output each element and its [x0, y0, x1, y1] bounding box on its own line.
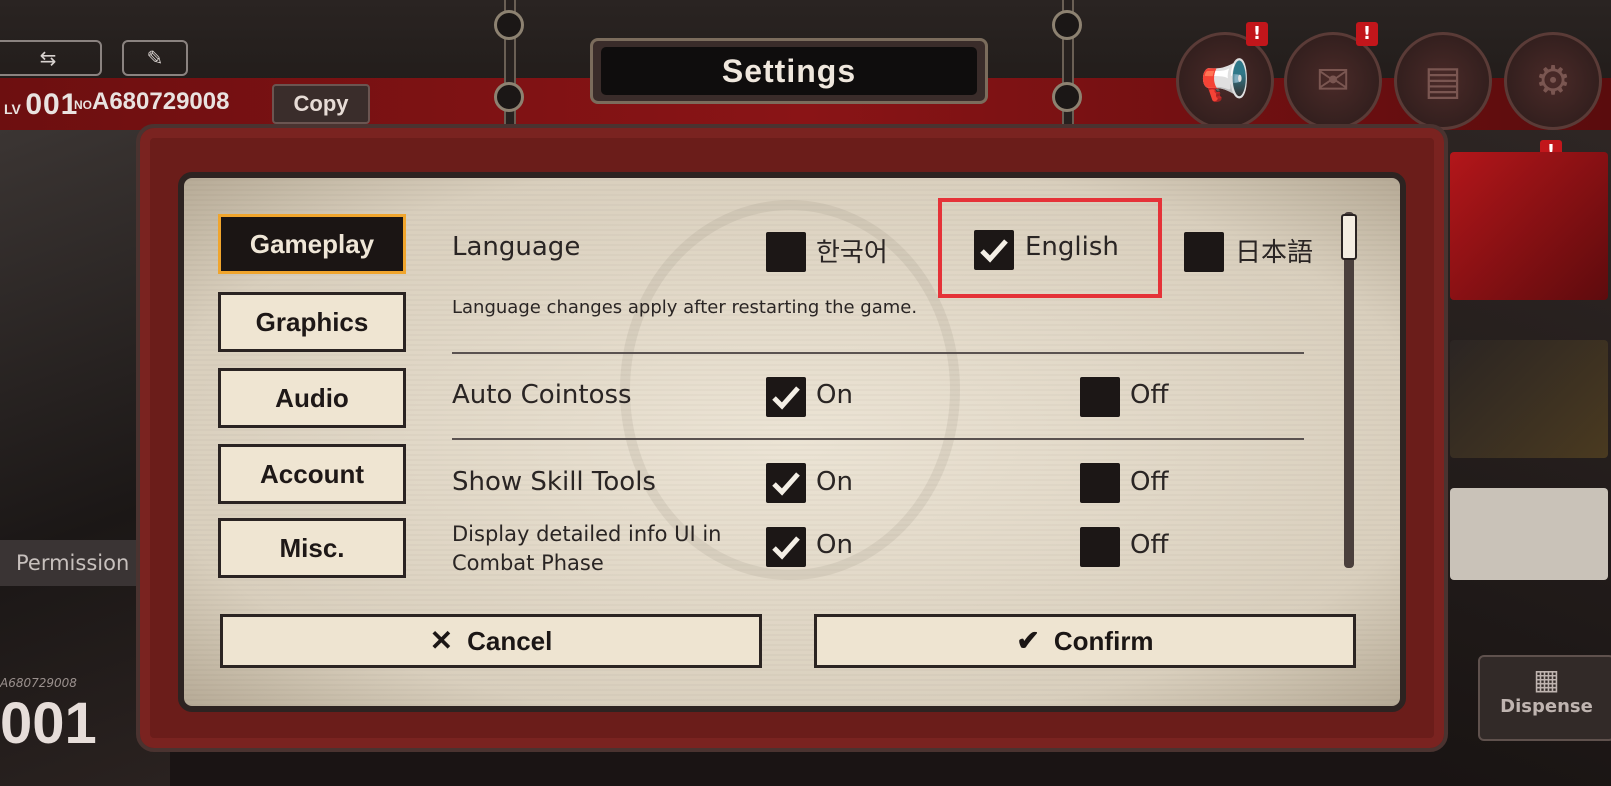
auto-cointoss-off-checkbox[interactable]	[1080, 377, 1120, 417]
detailed-info-label-line1: Display detailed info UI in	[452, 522, 722, 546]
check-icon	[772, 386, 800, 410]
megaphone-icon[interactable]: 📢	[1176, 32, 1274, 130]
korean-option-label: 한국어	[816, 238, 888, 268]
bolt-icon	[494, 10, 524, 40]
tab-gameplay[interactable]: Gameplay	[218, 214, 406, 274]
tab-audio[interactable]: Audio	[218, 368, 406, 428]
dispenser-button[interactable]: ▦ Dispense	[1478, 655, 1611, 741]
confirm-button[interactable]: ✔ Confirm	[814, 614, 1356, 668]
permission-button[interactable]: Permission	[0, 540, 140, 586]
detailed-info-on-label: On	[816, 530, 853, 560]
confirm-label: Confirm	[1053, 626, 1154, 656]
detailed-info-label-line2: Combat Phase	[452, 551, 604, 575]
event-banner[interactable]	[1450, 340, 1608, 458]
language-note: Language changes apply after restarting …	[452, 297, 918, 318]
check-icon	[980, 239, 1008, 263]
japanese-checkbox[interactable]	[1184, 232, 1224, 272]
language-label: Language	[452, 232, 581, 262]
detailed-info-off-label: Off	[1130, 530, 1169, 560]
brush-icon[interactable]: ✎	[122, 40, 188, 76]
bottom-user-id: A680729008	[0, 676, 77, 690]
show-skill-tools-label: Show Skill Tools	[452, 467, 656, 497]
auto-cointoss-on-label: On	[816, 380, 853, 410]
tab-graphics[interactable]: Graphics	[218, 292, 406, 352]
auto-cointoss-label: Auto Cointoss	[452, 380, 632, 410]
check-icon	[772, 536, 800, 560]
scrollbar-thumb[interactable]	[1341, 214, 1357, 260]
event-banner[interactable]	[1450, 488, 1608, 580]
auto-cointoss-on-checkbox[interactable]	[766, 377, 806, 417]
cancel-label: Cancel	[467, 626, 553, 656]
tab-account[interactable]: Account	[218, 444, 406, 504]
user-id-prefix: NO	[74, 98, 92, 112]
show-skill-tools-on-checkbox[interactable]	[766, 463, 806, 503]
dialog-title: Settings	[601, 47, 977, 95]
level-value: 001	[25, 88, 79, 121]
bolt-icon	[1052, 10, 1082, 40]
dispenser-icon: ▦	[1533, 663, 1560, 696]
detailed-info-label: Display detailed info UI in Combat Phase	[452, 520, 721, 578]
scrollbar-track[interactable]	[1344, 212, 1354, 568]
chest-icon[interactable]: ▤	[1394, 32, 1492, 130]
bottom-level: 001	[0, 691, 97, 756]
divider	[452, 438, 1304, 440]
check-icon	[772, 472, 800, 496]
title-plate: Settings	[590, 38, 988, 104]
bolt-icon	[494, 82, 524, 112]
show-skill-tools-on-label: On	[816, 467, 853, 497]
english-checkbox[interactable]	[974, 230, 1014, 270]
detailed-info-on-checkbox[interactable]	[766, 527, 806, 567]
notification-badge: !	[1246, 22, 1268, 46]
dispenser-label: Dispense	[1500, 696, 1593, 717]
english-option-label: English	[1025, 232, 1119, 262]
swap-icon[interactable]: ⇆	[0, 40, 102, 76]
level-display: LV 001	[4, 88, 78, 122]
copy-button[interactable]: Copy	[272, 84, 370, 124]
auto-cointoss-off-label: Off	[1130, 380, 1169, 410]
show-skill-tools-off-checkbox[interactable]	[1080, 463, 1120, 503]
show-skill-tools-off-label: Off	[1130, 467, 1169, 497]
detailed-info-off-checkbox[interactable]	[1080, 527, 1120, 567]
cancel-button[interactable]: ✕ Cancel	[220, 614, 762, 668]
tab-misc[interactable]: Misc.	[218, 518, 406, 578]
bolt-icon	[1052, 82, 1082, 112]
mail-icon[interactable]: ✉	[1284, 32, 1382, 130]
event-banner[interactable]	[1450, 152, 1608, 300]
japanese-option-label: 日本語	[1235, 238, 1314, 268]
gear-icon[interactable]: ⚙	[1504, 32, 1602, 130]
level-prefix: LV	[4, 101, 21, 117]
user-id-value: A680729008	[92, 88, 230, 115]
user-id: NOA680729008	[74, 88, 229, 116]
close-icon: ✕	[429, 625, 454, 656]
divider	[452, 352, 1304, 354]
check-icon: ✔	[1016, 625, 1040, 656]
korean-checkbox[interactable]	[766, 232, 806, 272]
notification-badge: !	[1356, 22, 1378, 46]
